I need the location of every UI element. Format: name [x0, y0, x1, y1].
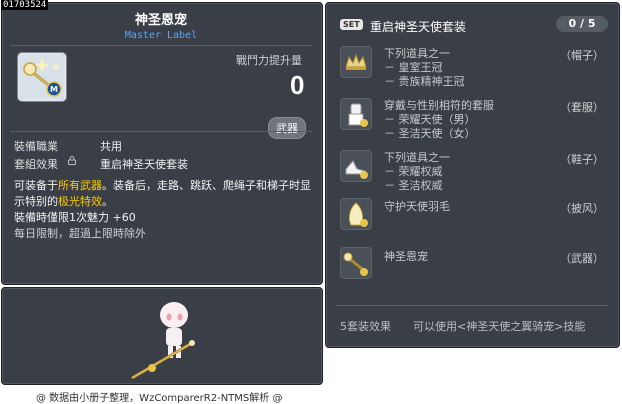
set-effect-label: 套組效果: [14, 158, 58, 171]
staff-icon: [340, 247, 372, 279]
set-title: 重启神圣天使套装: [370, 20, 467, 34]
staff-icon: M: [20, 55, 64, 99]
set-item-line: 神圣恩宠: [384, 250, 428, 263]
set-item-tag: （帽子）: [560, 49, 604, 62]
divider: [10, 131, 312, 132]
item-name: 神圣恩宠: [134, 13, 187, 28]
avatar-preview-panel: [1, 287, 323, 385]
desc-highlight: 极光特效: [58, 195, 102, 208]
limit-line: 每日限制，超過上限時除外: [14, 227, 146, 240]
feather-cape-icon: [340, 198, 372, 230]
divider: [10, 45, 312, 46]
divider: [336, 305, 608, 306]
avatar-preview: [131, 302, 195, 380]
lock-icon: [68, 156, 76, 165]
desc-text: 。: [102, 195, 113, 208]
category-badge: 武器: [268, 117, 306, 139]
shoes-icon: [340, 150, 372, 182]
item-description: 可装备于所有武器。装备后，走路、跳跃、爬绳子和梯子时显示特别的极光特效。 裝備時…: [14, 178, 314, 242]
set-item-line: － 圣洁天使（女）: [384, 127, 476, 140]
set-item-line: － 皇室王冠: [384, 61, 443, 74]
item-icon-frame: M: [17, 52, 67, 102]
set-item-line: － 圣洁权威: [384, 179, 443, 192]
set-item-line: 下列道具之一: [384, 47, 450, 60]
suit-icon: [340, 98, 372, 130]
set-item-line: － 荣耀权威: [384, 165, 443, 178]
desc-highlight: 所有武器: [58, 179, 102, 192]
set-item-line: － 荣耀天使（男）: [384, 113, 476, 126]
power-label: 戰鬥力提升量: [236, 54, 302, 67]
charm-line: 裝備時僅限1次魅力 +60: [14, 211, 136, 224]
set-count: 0 / 5: [556, 16, 608, 32]
set-item-tag: （披风）: [560, 202, 604, 215]
set-item-line: － 贵族精神王冠: [384, 75, 465, 88]
set-item-tag: （套服）: [560, 101, 604, 114]
crown-icon: [340, 46, 372, 78]
item-label: Master Label: [124, 30, 198, 41]
set-item-tag: （鞋子）: [560, 153, 604, 166]
power-value: 0: [290, 70, 305, 100]
set-item-tag: （武器）: [560, 252, 604, 265]
desc-text: 可装备于: [14, 179, 58, 192]
set-effect-value: 重启神圣天使套装: [100, 158, 188, 171]
job-value: 共用: [100, 140, 122, 153]
set-item-line: 穿戴与性别相符的套服: [384, 99, 494, 112]
set-item-line: 下列道具之一: [384, 151, 450, 164]
set-effect-text: 可以使用<神圣天使之翼骑宠>技能: [413, 320, 586, 333]
job-label: 裝備職業: [14, 140, 58, 153]
set-item-line: 守护天使羽毛: [384, 200, 450, 213]
set-effect-count: 5套装效果: [340, 320, 391, 333]
svg-text:M: M: [50, 85, 58, 94]
set-badge: SET: [340, 19, 363, 30]
footer-credit: @ 数据由小册子整理，WzComparerR2-NTMS解析 @: [36, 393, 283, 404]
